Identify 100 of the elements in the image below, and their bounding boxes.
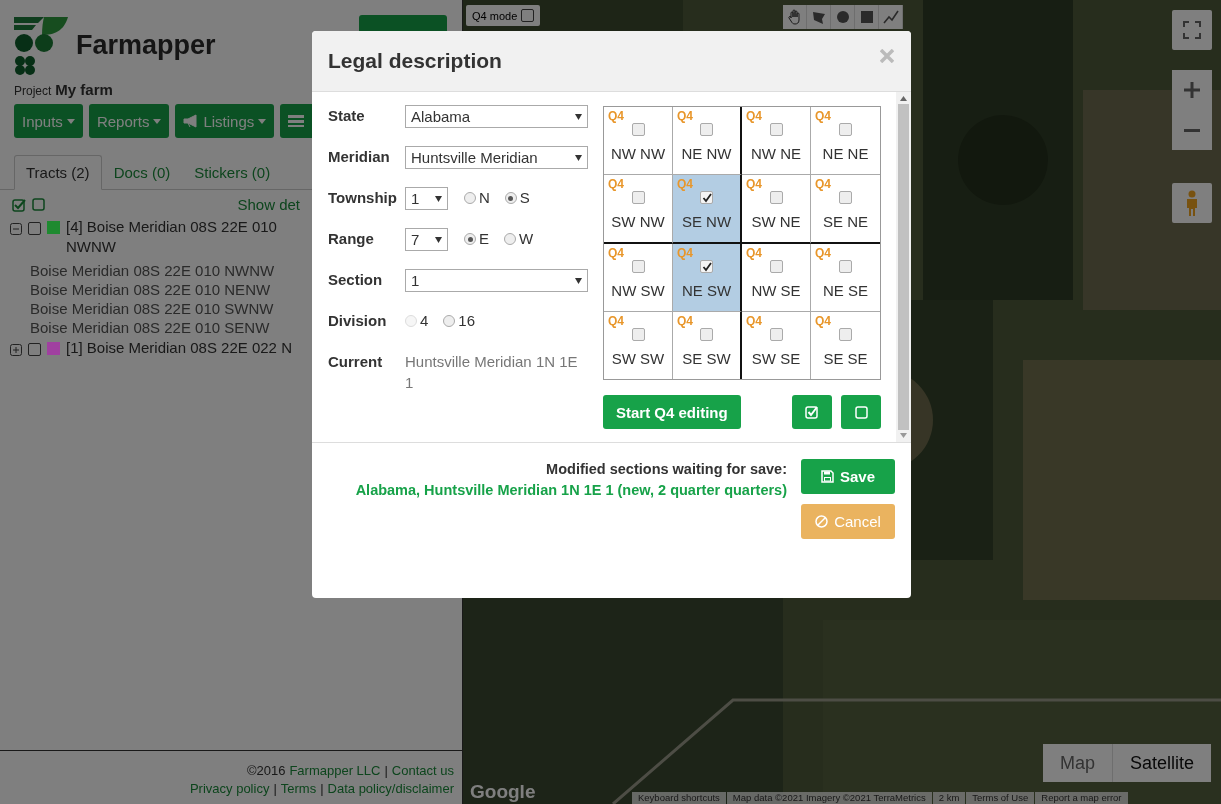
scroll-thumb[interactable] xyxy=(898,104,909,430)
brand-name: Farmapper xyxy=(76,29,216,61)
field-label: Meridian xyxy=(328,147,391,167)
scrollbar[interactable] xyxy=(896,92,911,442)
q4-mode-label: Q4 mode xyxy=(472,9,518,22)
radio-button[interactable] xyxy=(504,192,517,204)
pegman-icon xyxy=(1185,190,1199,216)
q4-tag: Q4 xyxy=(746,177,762,191)
checkbox[interactable] xyxy=(631,123,645,136)
clear-all-button[interactable] xyxy=(841,395,881,429)
checkbox[interactable] xyxy=(631,191,645,204)
select-field[interactable]: 1 xyxy=(405,269,588,292)
select-field[interactable]: 7 xyxy=(405,228,448,251)
checkbox[interactable] xyxy=(631,328,645,341)
quarter-cell[interactable]: Q4 NE NE xyxy=(811,107,880,175)
project-label: Project xyxy=(14,84,52,98)
tract-section: Boise Meridian 08S 22E 010 SWNW xyxy=(30,300,274,317)
checkbox[interactable] xyxy=(839,328,852,341)
q4-tag: Q4 xyxy=(815,177,831,191)
quarter-cell[interactable]: Q4 SE NW xyxy=(673,175,742,244)
select-field[interactable]: Alabama xyxy=(405,105,588,128)
select-field[interactable]: Huntsville Meridian xyxy=(405,146,588,169)
q4-tag: Q4 xyxy=(608,109,624,123)
square-icon xyxy=(858,9,875,25)
quarter-cell[interactable]: Q4 SW SW xyxy=(604,312,673,379)
circle-icon xyxy=(834,9,851,25)
q4-tag: Q4 xyxy=(608,177,624,191)
list-icon xyxy=(288,115,305,127)
quarter-cell[interactable]: Q4 SE SE xyxy=(811,312,880,379)
select-all-button[interactable] xyxy=(792,395,832,429)
radio-button[interactable] xyxy=(464,192,476,204)
radio-button[interactable] xyxy=(443,315,456,327)
attribution-text: Map data ©2021 Imagery ©2021 TerraMetrics xyxy=(726,792,932,804)
quarter-label: SW SE xyxy=(751,350,801,367)
polyline-icon xyxy=(882,9,899,25)
draw-tool-button[interactable] xyxy=(783,5,807,29)
q4-tag: Q4 xyxy=(746,109,762,123)
logo-icon xyxy=(14,15,68,75)
quarter-cell[interactable]: Q4 NW SE xyxy=(742,244,811,312)
quarter-cell[interactable]: Q4 NE SE xyxy=(811,244,880,312)
checkbox[interactable] xyxy=(700,191,713,204)
quarter-label: SW NE xyxy=(751,213,801,230)
field-label: Range xyxy=(328,229,375,249)
checkbox[interactable] xyxy=(769,123,783,136)
map-type-button[interactable]: Satellite xyxy=(1112,744,1212,782)
radio-button[interactable] xyxy=(504,233,516,245)
q4-tag: Q4 xyxy=(746,246,762,260)
quarter-cell[interactable]: Q4 SW NE xyxy=(742,175,811,244)
q4-tag: Q4 xyxy=(677,177,693,191)
radio-label: 4 xyxy=(420,311,429,331)
copyright-text: ©2016 xyxy=(246,763,286,778)
quarter-cell[interactable]: Q4 SW SE xyxy=(742,312,811,379)
checkbox[interactable] xyxy=(769,191,783,204)
street-view-button[interactable] xyxy=(1172,183,1212,223)
scroll-up-icon[interactable] xyxy=(900,96,907,101)
expand-icon[interactable] xyxy=(10,344,22,356)
select-field[interactable]: 1 xyxy=(405,187,448,210)
quarter-label: NE NE xyxy=(822,145,869,162)
uncheck-all-icon[interactable] xyxy=(32,198,45,211)
q4-mode-toggle[interactable]: Q4 mode xyxy=(466,5,541,26)
checkbox[interactable] xyxy=(839,260,852,273)
collapse-icon[interactable] xyxy=(10,223,22,235)
quarter-label: SW NW xyxy=(611,213,665,230)
q4-tag: Q4 xyxy=(815,109,831,123)
tract-item[interactable]: [4] Boise Meridian 08S 22E 010 NWNW xyxy=(66,217,316,257)
checkbox[interactable] xyxy=(700,328,713,341)
quarter-cell[interactable]: Q4 SE NE xyxy=(811,175,880,244)
fullscreen-button[interactable] xyxy=(1172,10,1212,50)
field-label: State xyxy=(328,106,366,126)
checkbox[interactable] xyxy=(631,260,645,273)
check-all-icon[interactable] xyxy=(12,197,26,212)
checkbox[interactable] xyxy=(839,191,852,204)
tract-item[interactable]: [1] Boise Meridian 08S 22E 022 N xyxy=(66,338,292,358)
checkbox[interactable] xyxy=(700,123,713,136)
scroll-down-icon[interactable] xyxy=(900,433,907,438)
checkbox[interactable] xyxy=(769,260,783,273)
map-provider-logo: Google xyxy=(470,781,536,803)
current-value: Huntsville Meridian 1N 1E 1 xyxy=(405,352,579,393)
checkbox[interactable] xyxy=(839,123,852,136)
q4-tag: Q4 xyxy=(815,314,831,328)
quarter-cell[interactable]: Q4 NW NW xyxy=(604,107,673,175)
radio-button[interactable] xyxy=(464,233,476,245)
caret-icon xyxy=(435,236,442,243)
checkbox[interactable] xyxy=(28,222,41,235)
quarter-cell[interactable]: Q4 NE SW xyxy=(673,244,742,312)
checkbox[interactable] xyxy=(28,343,41,356)
quarter-label: SW SW xyxy=(611,350,665,367)
close-icon[interactable] xyxy=(880,49,894,63)
ban-icon xyxy=(815,515,829,528)
checkbox[interactable] xyxy=(769,328,783,341)
checked-box-icon xyxy=(805,405,819,419)
dialog-title: Legal description xyxy=(328,49,502,73)
attribution-text: 2 km xyxy=(932,792,966,804)
checkbox[interactable] xyxy=(521,9,535,22)
checkbox[interactable] xyxy=(700,260,713,273)
attribution-text: Keyboard shortcuts xyxy=(632,792,726,804)
tract-section: Boise Meridian 08S 22E 010 NENW xyxy=(30,281,271,298)
quarter-cell[interactable]: Q4 SE SW xyxy=(673,312,742,379)
tab[interactable]: Tracts (2) xyxy=(14,155,102,190)
quarter-cell[interactable]: Q4 NW NE xyxy=(742,107,811,175)
